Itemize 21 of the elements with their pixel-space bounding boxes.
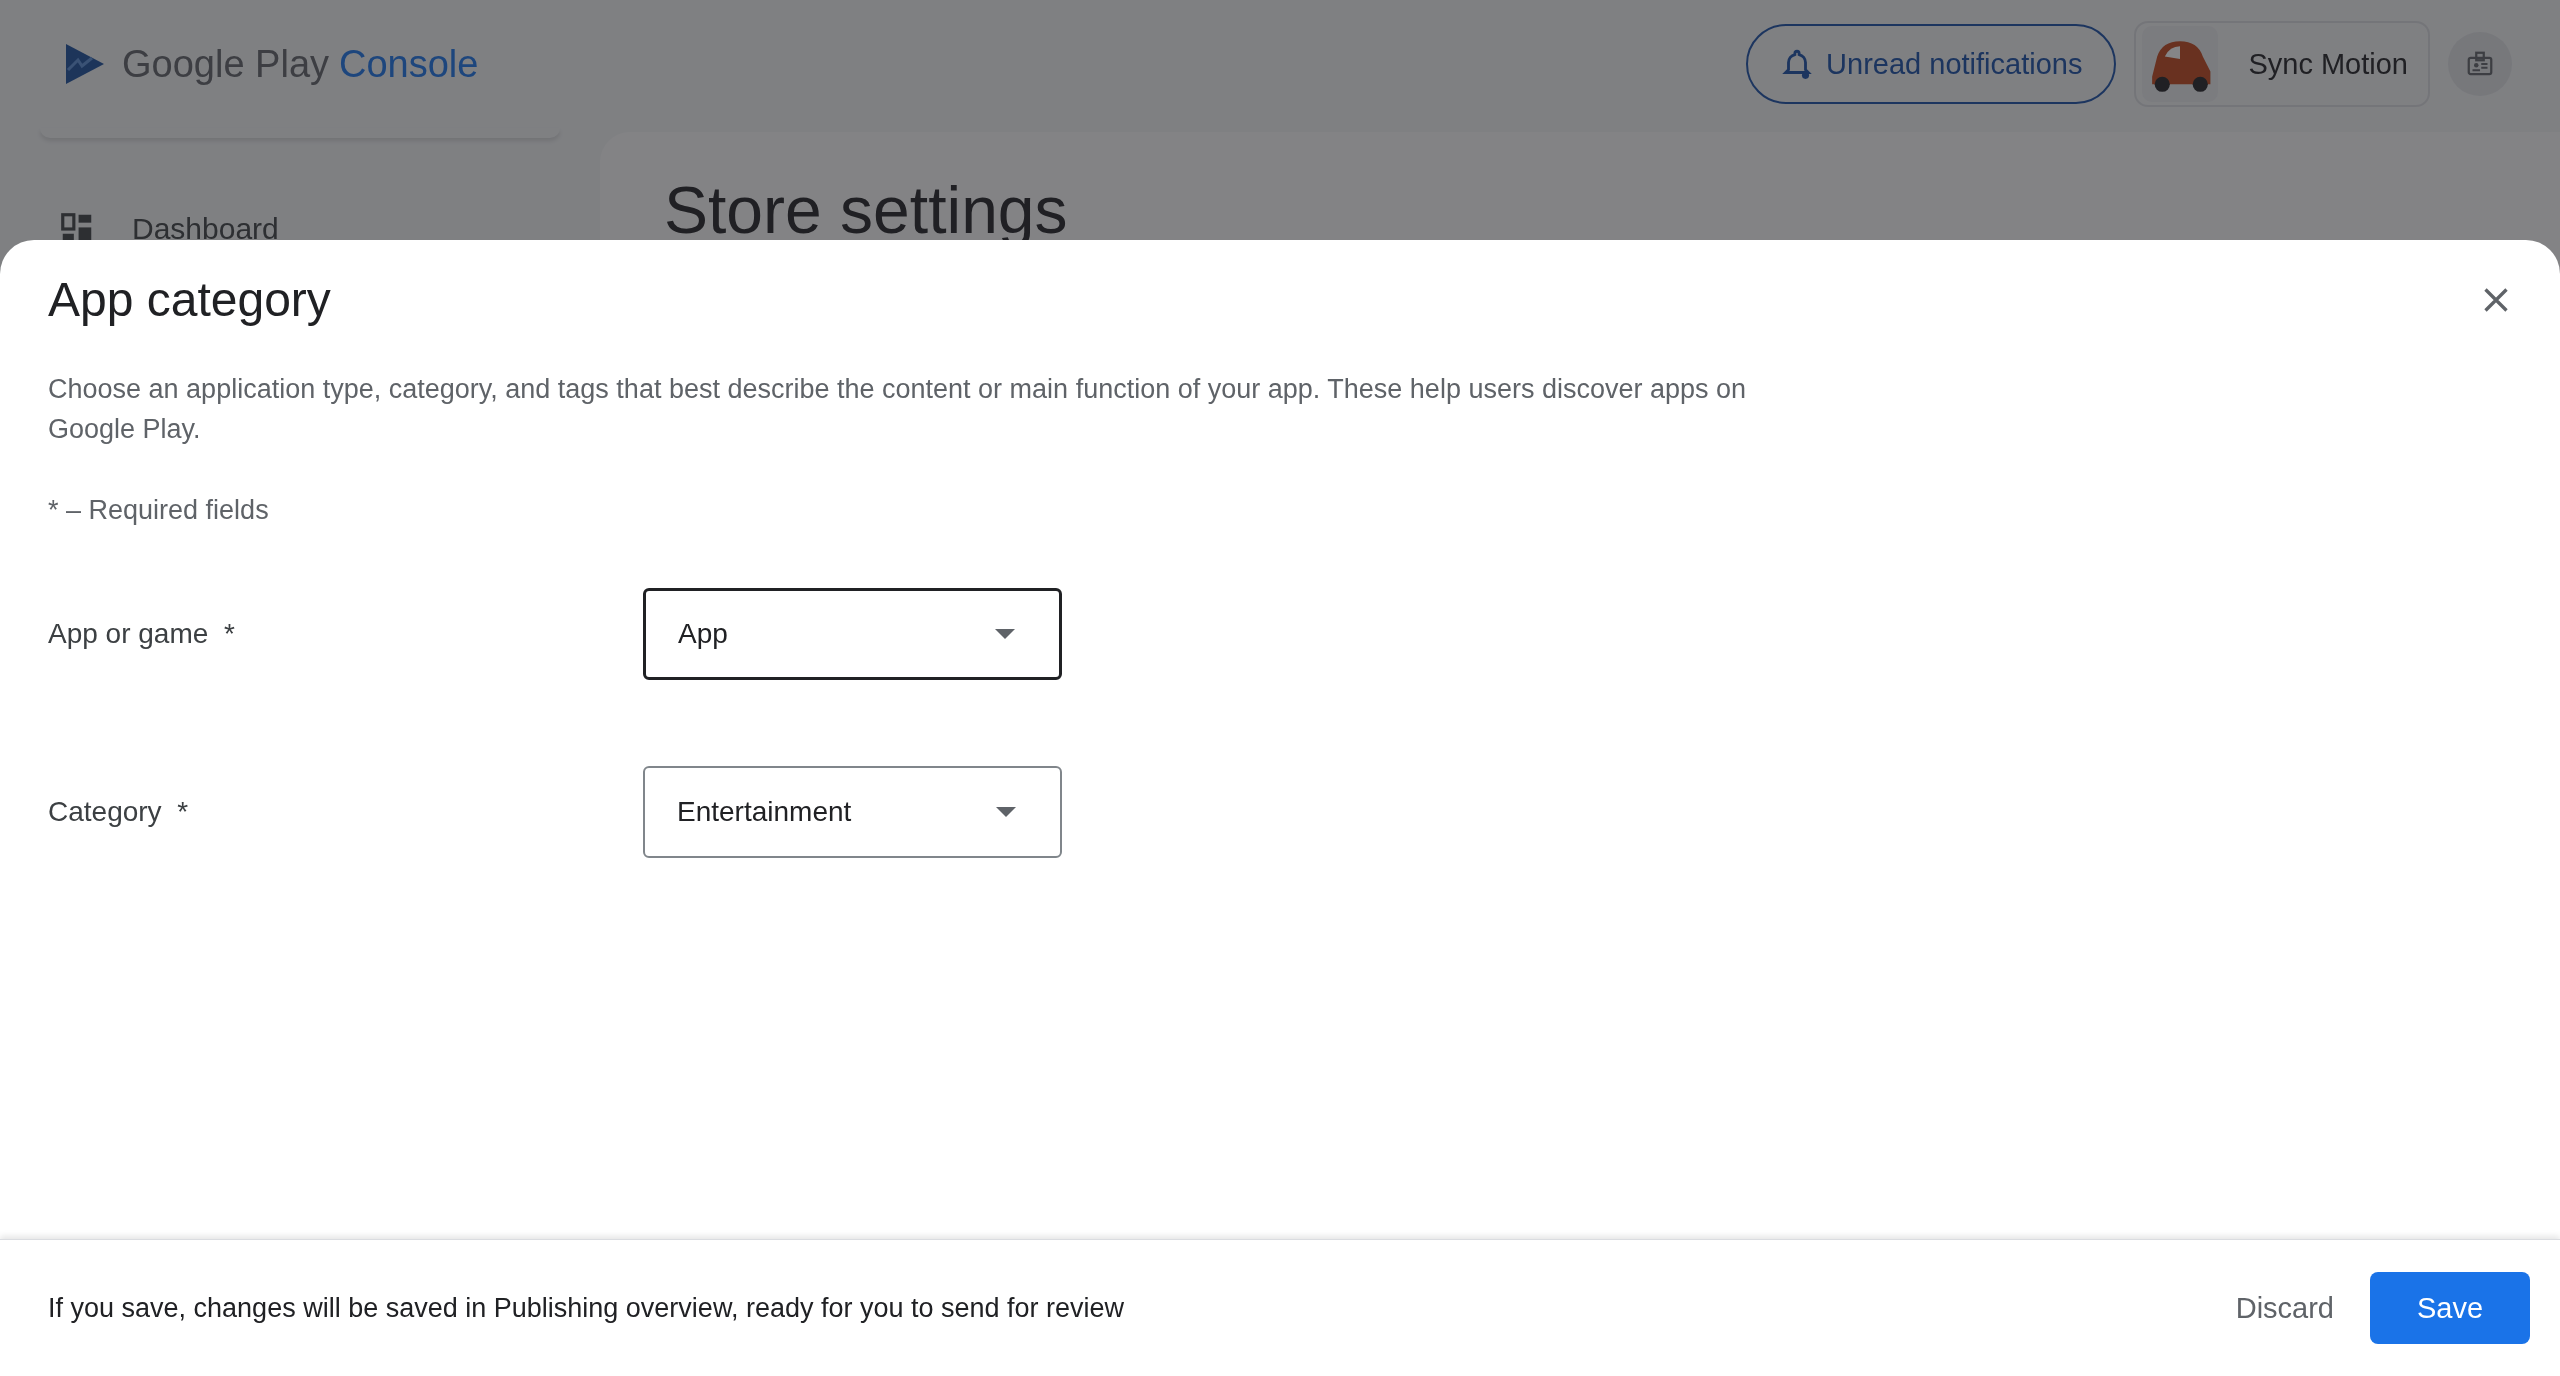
notifications-button[interactable]: Unread notifications xyxy=(1746,24,2117,104)
logo-product-text: Console xyxy=(339,42,479,86)
dropdown-field[interactable]: Entertainment xyxy=(643,766,1062,858)
field-label: Category * xyxy=(48,796,190,828)
account-button[interactable]: Sync Motion xyxy=(2134,21,2430,107)
dropdown-field[interactable]: App xyxy=(643,588,1062,680)
dropdown-value: App xyxy=(678,618,728,650)
page-title: Store settings xyxy=(664,172,1069,248)
save-button[interactable]: Save xyxy=(2370,1272,2530,1344)
required-note: * – Required fields xyxy=(48,495,270,526)
field-label: App or game * xyxy=(48,618,236,650)
account-name: Sync Motion xyxy=(2248,47,2408,81)
dialog-title: App category xyxy=(48,272,331,327)
caret-icon xyxy=(996,807,1016,817)
dialog-description: Choose an application type, category, and tags that best describe the content or main function of your app. These help users discover apps on Google Play. xyxy=(48,373,1748,446)
logo-text: Google Play xyxy=(122,42,329,86)
app-logo[interactable]: Google Play Console xyxy=(60,40,479,88)
footer-message: If you save, changes will be saved in Publishing overview, ready for you to send for review xyxy=(48,1292,1125,1324)
caret-icon xyxy=(995,629,1015,639)
dropdown-value: Entertainment xyxy=(677,796,852,828)
discard-button[interactable]: Discard xyxy=(2229,1277,2340,1339)
